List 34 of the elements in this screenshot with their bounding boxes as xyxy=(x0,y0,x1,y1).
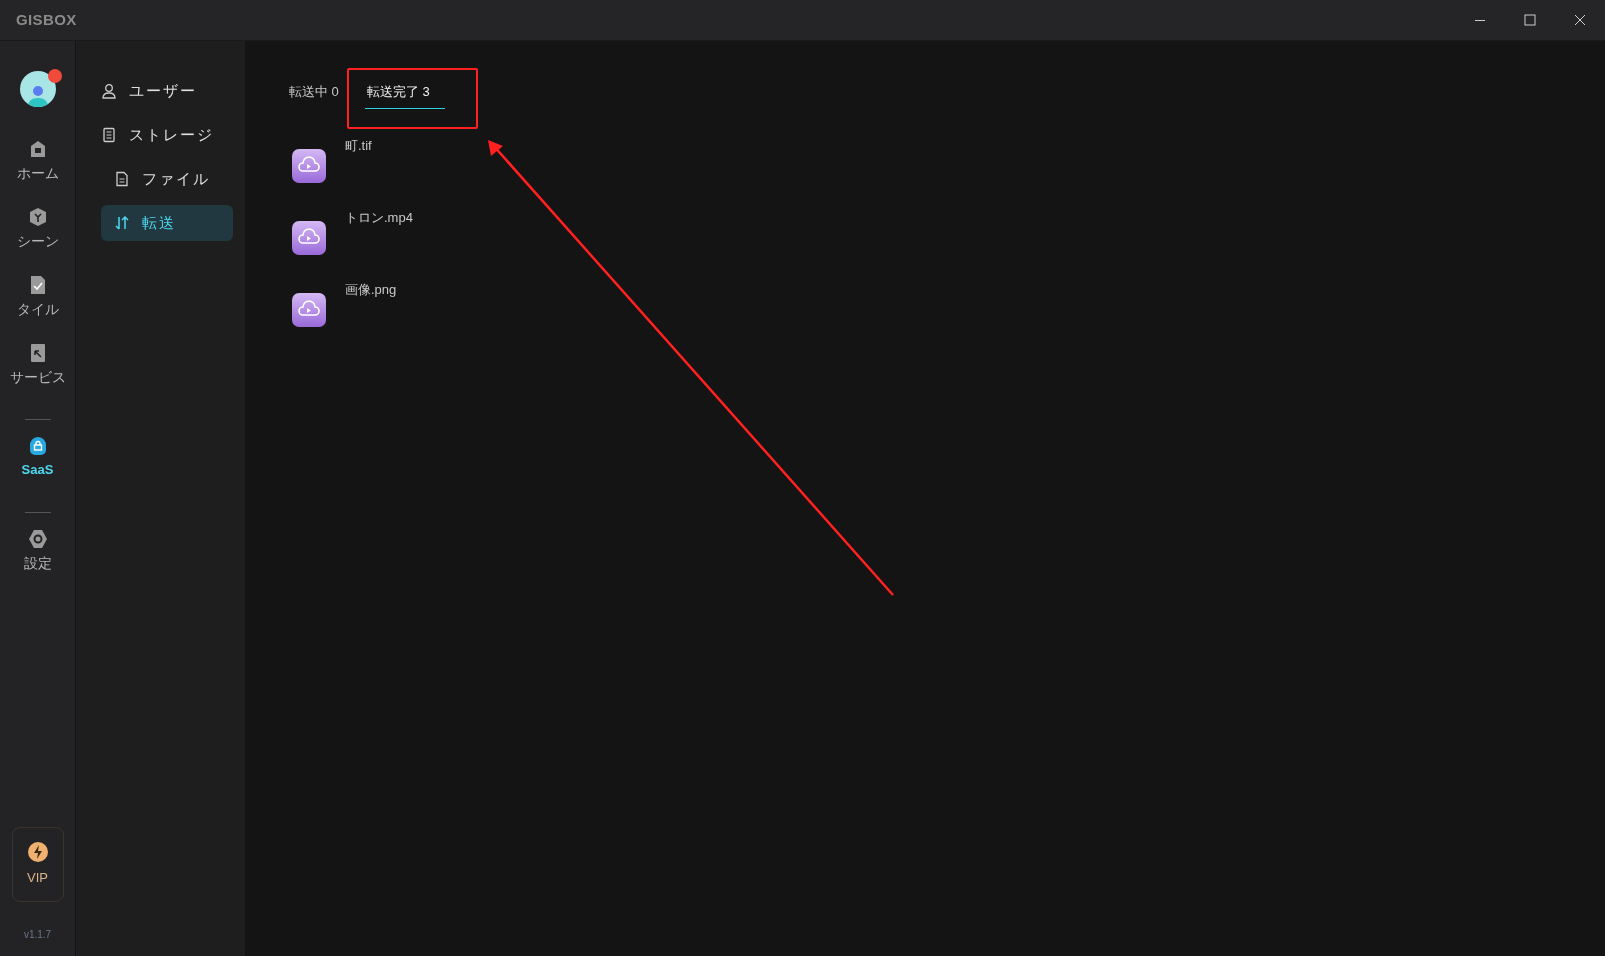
notification-badge xyxy=(47,69,62,83)
server-icon xyxy=(101,127,117,143)
tab[interactable]: 転送完了 3 xyxy=(364,82,445,109)
rail-item[interactable]: SaaS xyxy=(21,432,54,500)
rail-item[interactable]: 設定 xyxy=(23,525,52,593)
avatar[interactable] xyxy=(19,71,56,107)
rail-item[interactable]: ホーム xyxy=(16,135,59,203)
person-icon xyxy=(101,83,117,99)
sidebar-item[interactable]: 転送 xyxy=(101,205,233,241)
lightning-icon xyxy=(27,841,48,862)
sidebar-item[interactable]: ファイル xyxy=(101,161,233,197)
rail-item[interactable]: タイル xyxy=(16,271,59,339)
version-label: v1.1.7 xyxy=(23,928,52,942)
lock-icon xyxy=(27,436,48,456)
document-icon xyxy=(114,171,130,187)
file-name: 画像.png xyxy=(345,280,397,299)
rail-item[interactable]: シーン xyxy=(16,203,59,271)
sidebar-item[interactable]: ストレージ xyxy=(101,117,233,153)
cube-icon xyxy=(27,207,48,227)
file-name: 町.tif xyxy=(345,136,372,155)
maximize-icon xyxy=(1524,14,1536,26)
swap-arrows-icon xyxy=(114,215,130,231)
cloud-play-icon xyxy=(292,148,326,183)
file-name: トロン.mp4 xyxy=(345,208,413,227)
settings-icon xyxy=(27,529,48,549)
cloud-play-icon xyxy=(292,220,326,255)
rail-item[interactable]: サービス xyxy=(9,339,66,407)
person-icon xyxy=(26,83,49,107)
cloud-play-icon xyxy=(292,292,326,327)
app-logo: GISBOX xyxy=(16,9,77,30)
close-icon xyxy=(1574,14,1586,26)
sidebar-item[interactable]: ユーザー xyxy=(101,73,233,109)
tab[interactable]: 転送中 0 xyxy=(287,82,341,109)
vip-button[interactable]: VIP xyxy=(11,827,64,902)
